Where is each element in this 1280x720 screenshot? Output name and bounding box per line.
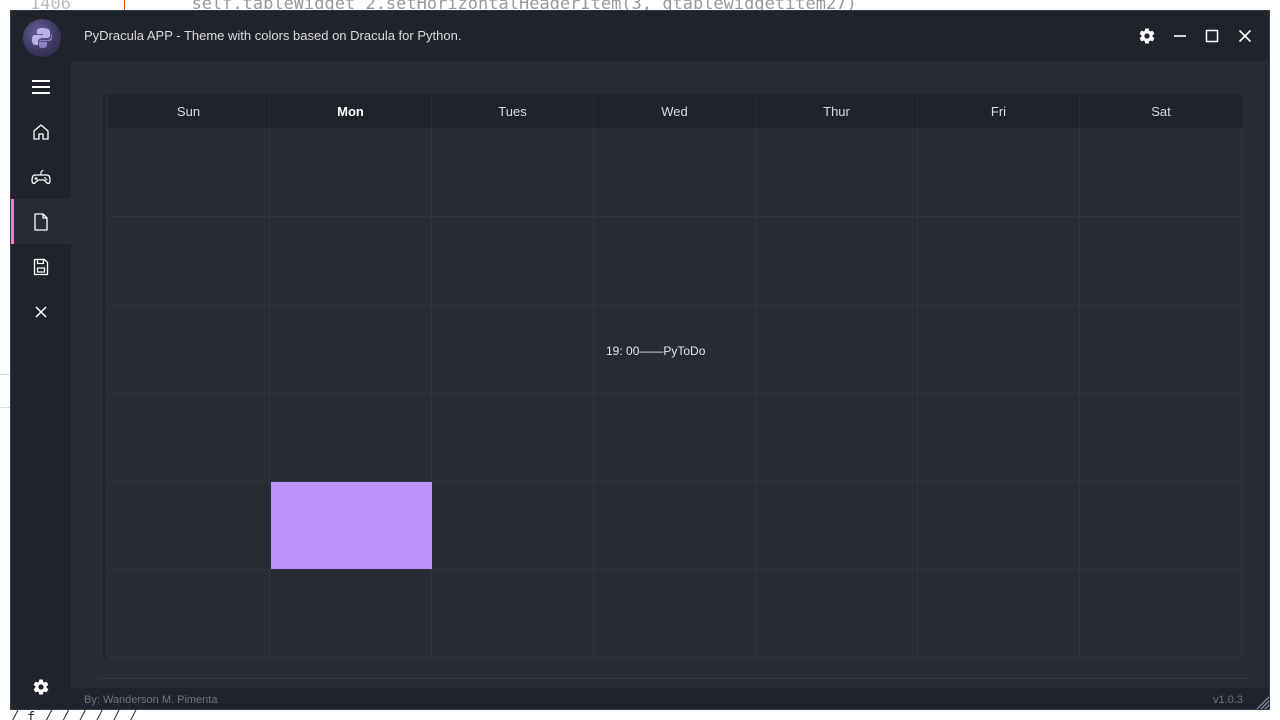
maximize-icon (1205, 29, 1219, 43)
background-code-line-bottom: ╱ f ╱ ╱ ╱ ╱ ╱ ╱ (10, 710, 137, 720)
app-window: PyDracula APP - Theme with colors based … (10, 10, 1270, 710)
maximize-button[interactable] (1199, 23, 1225, 49)
sidebar-item-save[interactable] (11, 244, 71, 289)
calendar-grid[interactable]: 19: 00——PyToDo (108, 128, 1242, 658)
sidebar-item-widgets[interactable] (11, 154, 71, 199)
header-mon[interactable]: Mon (270, 94, 432, 128)
grid-line (108, 393, 1242, 394)
close-icon (1238, 29, 1252, 43)
credits-label: By: Wanderson M. Pimenta (84, 693, 218, 706)
grid-line (108, 657, 1242, 658)
hamburger-menu-icon (32, 79, 50, 94)
app-logo-icon (23, 19, 61, 57)
settings-icon (33, 679, 49, 695)
header-tues[interactable]: Tues (432, 94, 594, 128)
header-fri[interactable]: Fri (918, 94, 1080, 128)
grid-line (108, 216, 1242, 217)
close-button[interactable] (1232, 23, 1258, 49)
calendar-header-row: Sun Mon Tues Wed Thur Fri Sat (108, 94, 1242, 128)
header-sat[interactable]: Sat (1080, 94, 1242, 128)
event-cell-text[interactable]: 19: 00——PyToDo (606, 344, 705, 358)
header-sun[interactable]: Sun (108, 94, 270, 128)
header-thur[interactable]: Thur (756, 94, 918, 128)
close-icon (35, 305, 47, 318)
gear-icon (1139, 28, 1155, 44)
sidebar-item-exit[interactable] (11, 289, 71, 334)
save-icon (33, 258, 49, 275)
header-wed[interactable]: Wed (594, 94, 756, 128)
window-title: PyDracula APP - Theme with colors based … (84, 28, 462, 43)
title-bar[interactable]: PyDracula APP - Theme with colors based … (11, 11, 1269, 61)
calendar-table[interactable]: Sun Mon Tues Wed Thur Fri Sat 19: 00——Py… (103, 94, 1242, 660)
home-icon (33, 123, 49, 140)
grid-line (108, 305, 1242, 306)
version-label: v1.0.3 (1213, 693, 1243, 706)
grid-line (108, 569, 1242, 570)
footer-bar: By: Wanderson M. Pimenta v1.0.3 (71, 688, 1270, 710)
background-divider (0, 374, 10, 408)
resize-grip-icon[interactable] (1251, 691, 1270, 710)
file-icon (34, 212, 48, 231)
content-divider (99, 678, 1249, 679)
minimize-button[interactable] (1167, 23, 1193, 49)
settings-bottom-button[interactable] (11, 667, 71, 707)
gamepad-icon (31, 169, 51, 184)
main-content: Sun Mon Tues Wed Thur Fri Sat 19: 00——Py… (71, 61, 1269, 688)
sidebar-item-new-page[interactable] (11, 199, 71, 244)
minimize-icon (1174, 35, 1186, 37)
left-sidebar (11, 61, 71, 709)
settings-button[interactable] (1134, 23, 1160, 49)
menu-toggle-button[interactable] (11, 64, 71, 109)
selected-cell[interactable] (271, 482, 432, 569)
sidebar-item-home[interactable] (11, 109, 71, 154)
